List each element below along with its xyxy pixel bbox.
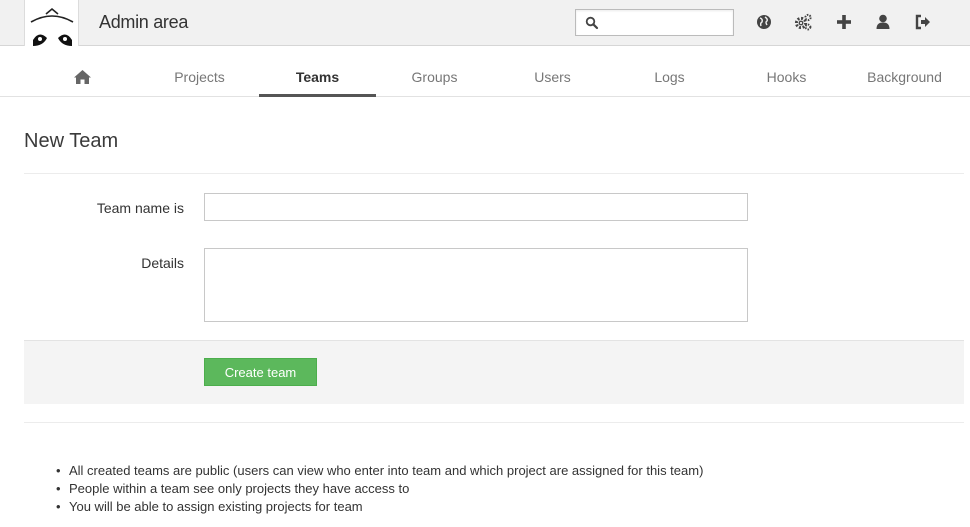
home-icon <box>74 70 91 84</box>
plus-icon[interactable] <box>835 13 853 31</box>
search-input[interactable] <box>602 13 728 32</box>
raccoon-logo-icon <box>30 7 74 46</box>
list-item: All created teams are public (users can … <box>56 462 703 480</box>
tab-teams[interactable]: Teams <box>259 47 376 97</box>
tab-home[interactable] <box>24 47 141 97</box>
tab-logs[interactable]: Logs <box>611 47 728 97</box>
app-title: Admin area <box>99 12 189 32</box>
details-textarea[interactable] <box>204 248 748 322</box>
list-item: People within a team see only projects t… <box>56 480 703 498</box>
team-name-label: Team name is <box>96 200 184 216</box>
form-actions: Create team <box>24 340 964 404</box>
details-label: Details <box>141 255 184 271</box>
sign-out-icon[interactable] <box>914 13 932 31</box>
tab-hooks[interactable]: Hooks <box>728 47 845 97</box>
search-box[interactable] <box>575 9 734 36</box>
admin-nav: Projects Teams Groups Users Logs Hooks B… <box>0 47 970 97</box>
divider <box>24 173 964 174</box>
globe-icon[interactable] <box>755 13 773 31</box>
tab-projects[interactable]: Projects <box>141 47 258 97</box>
create-team-button[interactable]: Create team <box>204 358 317 386</box>
tab-users[interactable]: Users <box>494 47 611 97</box>
tab-background[interactable]: Background <box>846 47 963 97</box>
top-header: Admin area <box>0 0 970 46</box>
tab-groups[interactable]: Groups <box>376 47 493 97</box>
search-icon <box>585 16 599 30</box>
team-name-input[interactable] <box>204 193 748 221</box>
divider <box>24 422 964 423</box>
app-logo[interactable] <box>24 0 79 46</box>
gears-icon[interactable] <box>794 13 812 31</box>
list-item: You will be able to assign existing proj… <box>56 498 703 516</box>
user-icon[interactable] <box>874 13 892 31</box>
info-list: All created teams are public (users can … <box>56 462 703 516</box>
page-title: New Team <box>24 130 119 152</box>
